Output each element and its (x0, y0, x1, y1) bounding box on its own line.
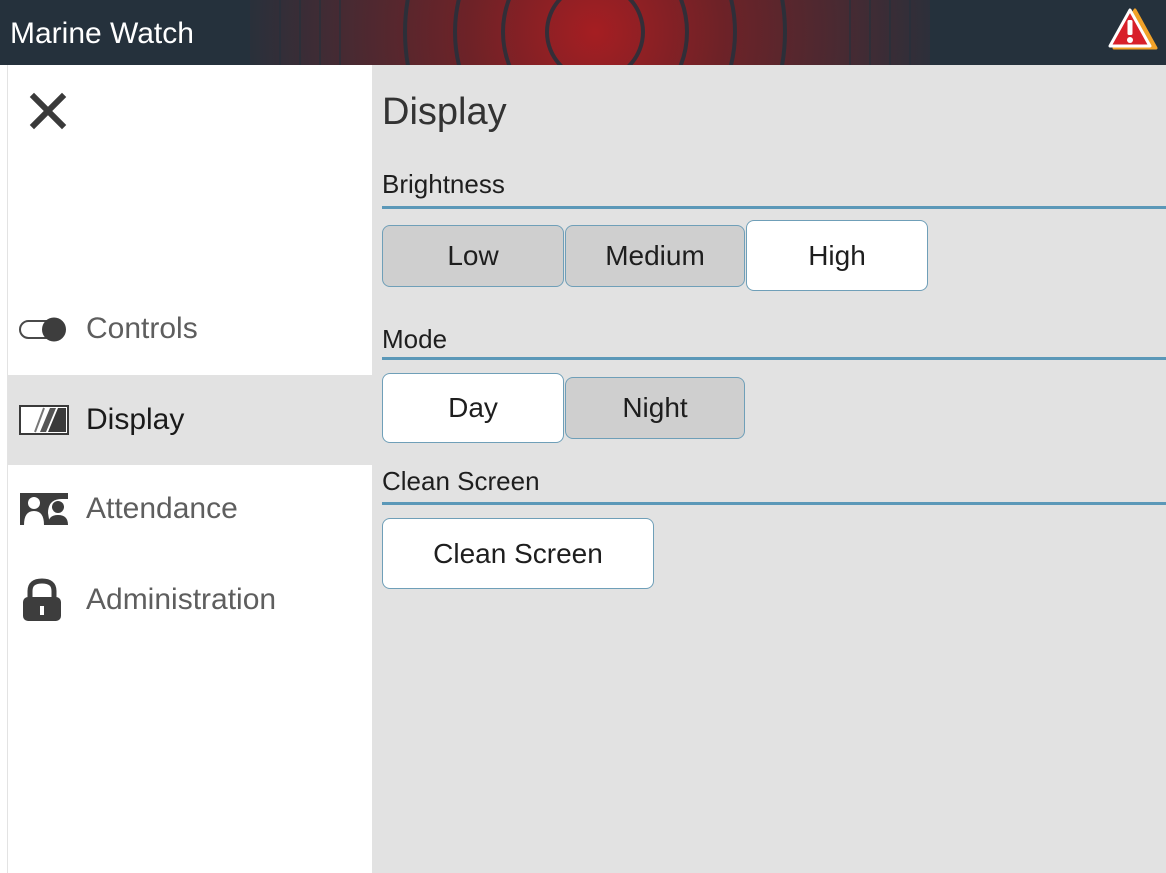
mode-label: Mode (382, 324, 448, 354)
clean-screen-divider (382, 502, 1166, 505)
sidebar-item-label: Controls (86, 312, 198, 345)
sidebar-item-label: Display (86, 403, 185, 436)
brightness-label: Brightness (382, 169, 505, 199)
warning-triangle-icon (1108, 8, 1158, 50)
button-label: High (808, 239, 866, 271)
alert-button[interactable] (1108, 6, 1158, 54)
clean-screen-button[interactable]: Clean Screen (382, 518, 654, 589)
title-bar: Marine Watch (0, 0, 1166, 65)
app-title: Marine Watch (10, 17, 194, 50)
sidebar-item-controls[interactable]: Controls (8, 284, 372, 374)
button-label: Low (447, 240, 499, 271)
sidebar-item-label: Administration (86, 583, 277, 616)
toggle-icon (18, 309, 80, 349)
brightness-divider (382, 206, 1166, 209)
brightness-high-button[interactable]: High (746, 220, 928, 291)
attendance-icon (18, 489, 80, 529)
button-label: Medium (605, 240, 705, 271)
button-label: Day (448, 392, 498, 423)
mode-day-button[interactable]: Day (382, 373, 564, 443)
display-settings-panel: Display Brightness Low Medium High Mode … (372, 65, 1166, 873)
close-icon (29, 92, 67, 130)
sidebar: Controls Display Attendance Administrati… (8, 65, 372, 873)
lock-icon (18, 578, 80, 621)
button-label: Night (622, 392, 688, 423)
button-label: Clean Screen (433, 537, 603, 569)
mode-divider (382, 357, 1166, 360)
mode-night-button[interactable]: Night (565, 377, 745, 439)
window-edge (0, 65, 8, 873)
sidebar-item-administration[interactable]: Administration (8, 555, 372, 645)
brightness-low-button[interactable]: Low (382, 225, 564, 287)
page-title: Display (382, 91, 507, 133)
close-button[interactable] (28, 91, 68, 131)
sidebar-item-label: Attendance (86, 492, 238, 525)
clean-screen-label: Clean Screen (382, 466, 540, 496)
brightness-medium-button[interactable]: Medium (565, 225, 745, 287)
display-icon (18, 400, 80, 440)
sidebar-item-display[interactable]: Display (8, 375, 372, 465)
sidebar-item-attendance[interactable]: Attendance (8, 464, 372, 554)
